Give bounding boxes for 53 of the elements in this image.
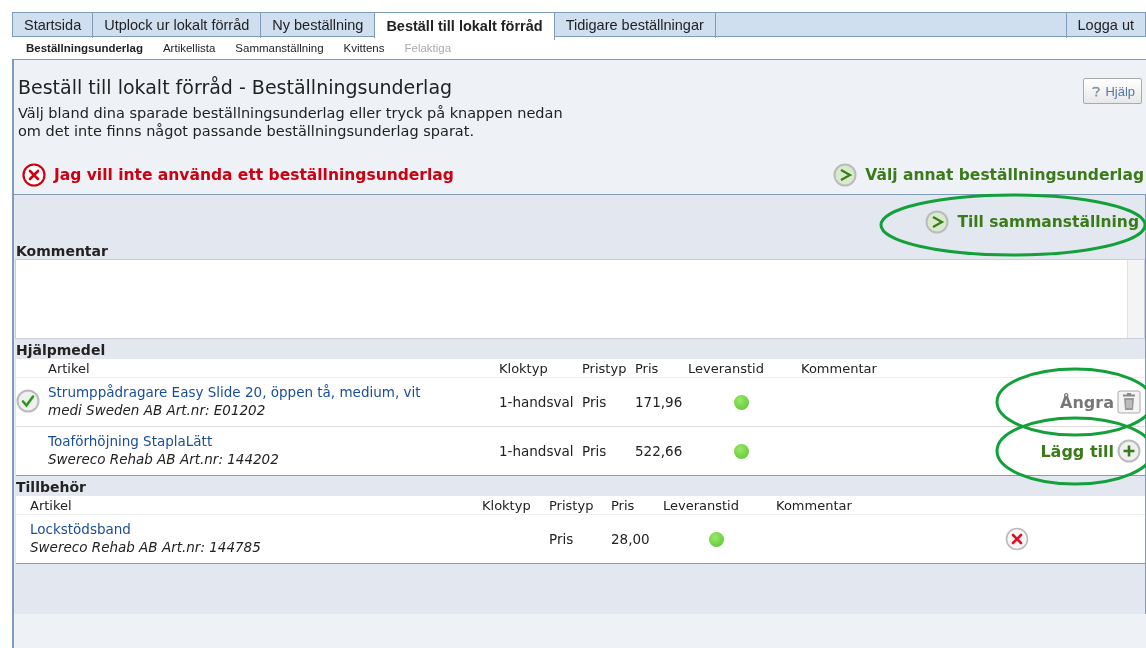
close-icon xyxy=(22,163,46,187)
column-header: Kloktyp xyxy=(499,360,548,376)
page-description: Välj bland dina sparade beställningsunderlag eller tryck på knappen nedan om det inte finns något passande beställningsunderlag sparat. xyxy=(18,104,564,140)
table-cell: 28,00 xyxy=(611,531,650,547)
subnav-tab[interactable]: Artikellista xyxy=(152,42,226,54)
column-header: Pristyp xyxy=(549,497,594,513)
status-dot xyxy=(734,394,749,410)
logout-button[interactable]: Logga ut xyxy=(1065,13,1145,38)
column-header: Kommentar xyxy=(776,497,852,513)
remove-button[interactable] xyxy=(1005,527,1029,551)
column-header: Leveranstid xyxy=(663,497,739,513)
trash-icon xyxy=(1117,390,1141,414)
article-link[interactable]: Toaförhöjning StaplaLätt xyxy=(48,433,443,449)
column-header: Artikel xyxy=(30,497,72,513)
supplier-text: Swereco Rehab AB Art.nr: 144202 xyxy=(48,450,280,469)
table-cell: 1-handsval xyxy=(499,394,574,410)
decline-link[interactable]: Jag vill inte använda ett beställningsunderlag xyxy=(22,162,454,188)
nav-tab[interactable]: Beställ till lokalt förråd xyxy=(375,13,555,40)
column-header: Pristyp xyxy=(582,360,627,376)
page-title: Beställ till lokalt förråd - Beställningsunderlag xyxy=(18,76,454,98)
table-cell: 522,66 xyxy=(635,443,683,459)
nav-tab[interactable]: Tidigare beställningar xyxy=(554,13,716,38)
column-header: Pris xyxy=(635,360,659,376)
status-dot xyxy=(734,443,749,459)
subnav-tab[interactable]: Beställningsunderlag xyxy=(16,42,153,54)
choose-template-link[interactable]: Välj annat beställningsunderlag xyxy=(833,162,1144,188)
subnav-tab[interactable]: Kvittens xyxy=(333,42,395,54)
table-cell: Pris xyxy=(549,531,574,547)
table-cell: Pris xyxy=(582,394,607,410)
supplier-text: Swereco Rehab AB Art.nr: 144785 xyxy=(30,538,262,557)
column-header: Leveranstid xyxy=(688,360,764,376)
supplier-text: medi Sweden AB Art.nr: E01202 xyxy=(48,401,267,420)
chevron-icon xyxy=(925,210,950,234)
help-button[interactable]: Hjälp xyxy=(1083,78,1142,104)
column-header: Pris xyxy=(611,497,635,513)
nav-tab[interactable]: Utplock ur lokalt förråd xyxy=(93,13,262,38)
undo-button[interactable]: Ångra xyxy=(1060,390,1141,414)
column-header: Artikel xyxy=(48,360,90,376)
status-dot xyxy=(709,531,724,547)
column-header: Kommentar xyxy=(801,360,877,376)
column-header: Kloktyp xyxy=(482,497,531,513)
article-link[interactable]: Strumppådragare Easy Slide 20, öppen tå, medium, vit xyxy=(48,384,443,400)
nav-tab[interactable]: Startsida xyxy=(13,13,94,38)
close-icon xyxy=(1005,527,1029,551)
comment-field[interactable] xyxy=(15,259,1145,339)
comment-label: Kommentar xyxy=(16,243,109,259)
table-cell: 1-handsval xyxy=(499,443,574,459)
plus-icon xyxy=(1117,439,1141,463)
article-link[interactable]: Lockstödsband xyxy=(30,521,425,537)
table-cell: Pris xyxy=(582,443,607,459)
table-cell: 171,96 xyxy=(635,394,683,410)
chevron-icon xyxy=(833,163,858,187)
subnav-tab[interactable]: Sammanställning xyxy=(225,42,334,54)
